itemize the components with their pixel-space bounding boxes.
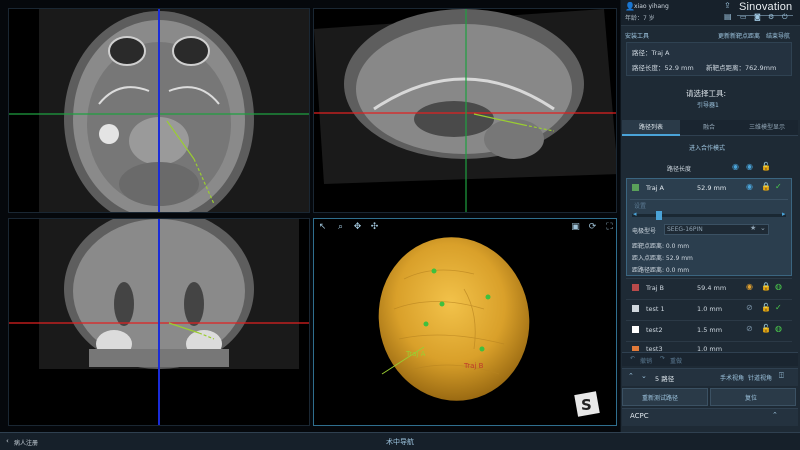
path-length-header: 路径长度 (667, 166, 692, 173)
manual-view-button[interactable]: 手术视角 (720, 373, 744, 382)
lock-all-icon[interactable]: 🔓 (761, 162, 771, 171)
test3-color-swatch[interactable] (632, 346, 639, 351)
test2-length: 1.5 mm (697, 326, 723, 334)
test3-length: 1.0 mm (697, 345, 723, 351)
axial-view[interactable] (8, 8, 310, 213)
test1-color-swatch[interactable] (632, 305, 639, 312)
test2-color-swatch[interactable] (632, 326, 639, 333)
test1-check-icon[interactable]: ✓ (775, 303, 782, 312)
mode-title: 术中导航 (386, 438, 414, 446)
traj-info-path: 路径：Traj A (632, 49, 670, 57)
folder-icon[interactable]: ▭ (740, 13, 747, 21)
test1-eye-hidden-icon[interactable]: ⊘ (746, 303, 753, 312)
update-target-button[interactable]: 更新新靶点距离 (718, 31, 760, 40)
select-tool-title: 请选择工具: (686, 89, 727, 98)
dist-path: 距路径距离: 0.0 mm (632, 267, 690, 274)
traj-b-3d-label: Traj B (463, 362, 484, 370)
traj-info-length: 路径长度：52.9 mm (632, 64, 694, 72)
acpc-title: ACPC (630, 412, 649, 420)
tab-path-list[interactable]: 路径列表 (622, 120, 680, 136)
reset-label: 复位 (745, 395, 758, 402)
traj-a-slider-handle[interactable] (656, 211, 662, 220)
traj-a-3d-label: Traj A (405, 350, 426, 358)
traj-a-length: 52.9 mm (697, 184, 727, 192)
enter-collab-mode-button[interactable]: 进入合作模式 (689, 143, 725, 152)
traj-info-target-distance: 新靶点距离：762.9mm (706, 64, 777, 72)
power-icon[interactable]: ⏻ (782, 13, 788, 22)
traj-a-set-button[interactable]: 设置 (634, 201, 646, 210)
coronal-image (9, 219, 309, 425)
test2-status-icon[interactable]: ◍ (775, 324, 782, 333)
electrode-star-icon[interactable]: ★ (750, 224, 756, 232)
electrode-label: 电极型号 (632, 228, 657, 235)
show-all-eye-icon[interactable]: ◉ (732, 162, 739, 171)
test2-name[interactable]: test2 (646, 326, 663, 334)
select-tool-guide[interactable]: 引导器1 (697, 100, 719, 109)
test2-eye-hidden-icon[interactable]: ⊘ (746, 324, 753, 333)
back-chevron-icon[interactable]: ‹ (6, 437, 9, 445)
expand-down-icon[interactable]: ⌄ (641, 372, 647, 380)
sagittal-view[interactable] (313, 8, 617, 213)
traj-a-eye-icon[interactable]: ◉ (746, 182, 753, 191)
settings-icon[interactable]: ⚙ (768, 13, 774, 21)
coronal-view[interactable] (8, 218, 310, 426)
path-count: 5 路径 (655, 375, 675, 383)
export-icon[interactable]: ⇪ (724, 1, 731, 10)
traj-a-color-swatch[interactable] (632, 184, 639, 191)
sagittal-image (314, 9, 616, 212)
patient-register-button[interactable]: 病人注册 (14, 438, 38, 447)
traj-b-eye-icon[interactable]: ◉ (746, 282, 753, 291)
collapse-up-icon[interactable]: ⌃ (628, 372, 634, 380)
slider-prev-icon[interactable]: ◂ (633, 210, 637, 218)
save-icon[interactable]: ▤ (724, 12, 732, 21)
dist-target: 距靶点距离: 0.0 mm (632, 243, 690, 250)
user-age: 年龄：7 岁 (625, 15, 655, 22)
dist-entry: 距入点距离: 52.9 mm (632, 255, 693, 262)
3d-view[interactable]: ↖ ⌕ ✥ ✣ ▣ ⟳ ⛶ Traj A Traj B S (313, 218, 617, 426)
3d-render: Traj A Traj B S (378, 237, 600, 417)
test1-length: 1.0 mm (697, 305, 723, 313)
viewer-area: ↖ ⌕ ✥ ✣ ▣ ⟳ ⛶ Traj A Traj B S (0, 0, 620, 432)
traj-a-lock-icon[interactable]: 🔒 (761, 182, 771, 191)
reset-test-path-label: 重新测试路径 (642, 395, 679, 402)
electrode-value: SEEG-16PIN (667, 226, 703, 233)
test1-unlock-icon[interactable]: 🔓 (761, 303, 771, 312)
redo-button[interactable]: 重做 (670, 356, 682, 365)
brand-logo: Sinovation (739, 1, 793, 13)
traj-a-toolbar (630, 199, 788, 209)
traj-b-lock-icon[interactable]: 🔒 (761, 282, 771, 291)
undo-icon[interactable]: ↶ (630, 355, 635, 362)
end-nav-button[interactable]: 结束导航 (766, 31, 790, 40)
test1-name[interactable]: test 1 (646, 305, 665, 313)
slider-next-icon[interactable]: ▸ (782, 210, 786, 218)
acpc-chevron-icon[interactable]: ⌃ (772, 411, 778, 419)
needle-view-button[interactable]: 针道视角 (748, 373, 772, 382)
undo-button[interactable]: 撤销 (640, 356, 652, 365)
test3-name[interactable]: test3 (646, 345, 663, 351)
export-list-icon[interactable]: ⍐ (779, 371, 784, 381)
traj-b-name[interactable]: Traj B (646, 284, 664, 292)
redo-icon[interactable]: ↷ (660, 355, 665, 362)
electrode-dropdown-icon[interactable]: ⌄ (760, 224, 766, 232)
traj-b-length: 59.4 mm (697, 284, 727, 292)
traj-b-color-swatch[interactable] (632, 284, 639, 291)
camera-icon[interactable]: ◙ (754, 13, 761, 21)
tab-3d-model[interactable]: 三维模型显示 (738, 120, 796, 136)
traj-b-status-icon[interactable]: ◍ (775, 282, 782, 291)
user-name: xiao yihang (634, 3, 669, 10)
install-tool-button[interactable]: 安装工具 (625, 31, 649, 40)
tab-fusion[interactable]: 融合 (680, 120, 738, 136)
traj-a-check-icon[interactable]: ✓ (775, 182, 782, 191)
axial-image (9, 9, 309, 212)
test2-unlock-icon[interactable]: 🔓 (761, 324, 771, 333)
show-all-eye2-icon[interactable]: ◉ (746, 162, 753, 171)
logo-cube-letter: S (581, 396, 592, 414)
traj-a-name[interactable]: Traj A (646, 184, 664, 192)
